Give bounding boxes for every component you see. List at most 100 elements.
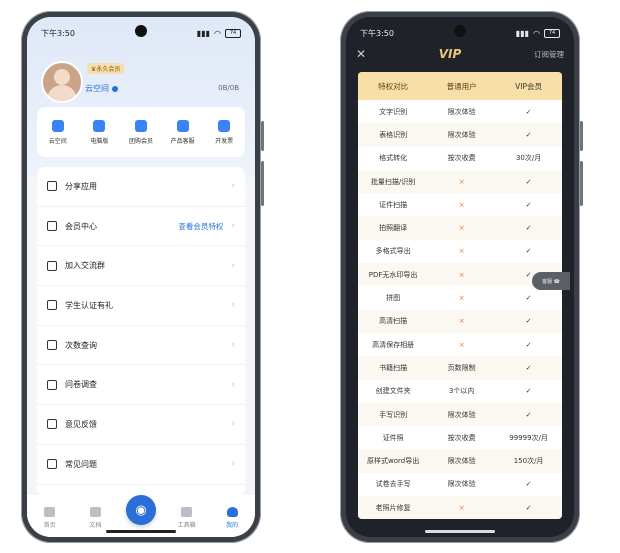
feature-cell: 证件扫描: [379, 200, 408, 209]
vip-title: VIP: [438, 47, 462, 61]
settings-menu: 分享应用 › 会员中心 查看会员特权 › 加入交流群 › 学生认证有礼 › 次数查询 › 问…: [37, 167, 245, 497]
vip-cell: ✓: [525, 200, 532, 209]
chevron-right-icon: ›: [231, 340, 235, 351]
feature-cell: 创建文件夹: [375, 387, 411, 396]
verified-icon: [112, 85, 118, 92]
menu-item-membership[interactable]: 会员中心 查看会员特权 ›: [37, 207, 245, 247]
menu-item-feedback[interactable]: 意见反馈 ›: [37, 405, 245, 445]
camera-scan-button[interactable]: ◉: [126, 495, 156, 525]
quick-action-cloud[interactable]: 云空间: [38, 119, 78, 145]
chevron-right-icon: ›: [231, 459, 235, 470]
vip-cell: ✓: [525, 107, 532, 116]
menu-item-student[interactable]: 学生认证有礼 ›: [37, 286, 245, 326]
privilege-comparison-table: 特权对比 普通用户 VIP会员 文字识别 限次体验 ✓ 表格识别 限次体验 ✓ 格式转化 按次…: [358, 72, 562, 520]
status-bar: 下午3:50 ▮▮▮ ◠ 74: [41, 27, 241, 39]
regular-user-cell: 限次体验: [447, 107, 476, 116]
survey-icon: [47, 379, 57, 390]
regular-user-cell: 3个以内: [448, 387, 475, 396]
column-header-feature: 特权对比: [378, 81, 409, 91]
regular-user-cell: 限次体验: [447, 130, 476, 139]
feature-cell: 多格式导出: [375, 247, 411, 256]
quick-action-group-buy[interactable]: 团购会员: [121, 119, 161, 145]
regular-user-cell: ×: [458, 224, 465, 233]
diamond-icon: [47, 221, 57, 232]
tab-mine[interactable]: 我的: [212, 507, 252, 529]
feature-cell: 书籍扫描: [379, 363, 408, 372]
profile-screen: 下午3:50 ▮▮▮ ◠ 74 ♛永久会员 云空间 0B/0B 云空间 电脑版 …: [27, 17, 255, 537]
regular-user-cell: 限次体验: [447, 457, 476, 466]
table-row: 老照片修复 × ✓: [358, 496, 562, 520]
view-privileges-link[interactable]: 查看会员特权: [178, 221, 223, 232]
table-row: 高清扫描 × ✓: [358, 309, 562, 333]
feature-cell: 试卷去手写: [375, 480, 411, 489]
table-row: 原样式word导出 限次体验 150次/月: [358, 449, 562, 473]
invoice-icon: [218, 119, 231, 132]
wifi-icon: ◠: [214, 28, 221, 38]
cloud-icon: [51, 119, 64, 132]
chevron-right-icon: ›: [231, 300, 235, 311]
quick-action-support[interactable]: 产品客服: [163, 119, 203, 145]
table-row: 书籍扫描 页数限制 ✓: [358, 356, 562, 380]
headset-icon: 客服 ☎: [542, 278, 560, 285]
member-badge: ♛永久会员: [87, 63, 125, 74]
table-header: 特权对比 普通用户 VIP会员: [358, 72, 562, 100]
diamond-icon: [134, 119, 147, 132]
feature-cell: 批量扫描/识别: [370, 177, 416, 186]
battery-icon: 74: [544, 28, 560, 38]
chevron-right-icon: ›: [231, 379, 235, 390]
username[interactable]: 云空间: [85, 83, 118, 94]
regular-user-cell: ×: [458, 200, 465, 209]
feature-cell: PDF无水印导出: [368, 270, 418, 279]
vip-cell: 99999次/月: [509, 433, 548, 442]
monitor-icon: [93, 119, 106, 132]
close-icon[interactable]: ✕: [356, 47, 366, 61]
feedback-icon: [47, 419, 57, 430]
battery-icon: 74: [225, 28, 241, 38]
menu-item-share[interactable]: 分享应用 ›: [37, 167, 245, 207]
regular-user-cell: ×: [458, 317, 465, 326]
table-row: 拼图 × ✓: [358, 286, 562, 309]
tab-documents[interactable]: 文档: [75, 507, 115, 529]
menu-item-join-group[interactable]: 加入交流群 ›: [37, 246, 245, 287]
vip-cell: ✓: [525, 224, 532, 233]
tab-home[interactable]: 首页: [30, 507, 70, 529]
camera-icon: ◉: [135, 502, 147, 518]
quick-action-desktop[interactable]: 电脑版: [79, 119, 119, 145]
table-row: 证件照 按次收费 99999次/月: [358, 426, 562, 449]
quick-action-invoice[interactable]: 开发票: [204, 119, 244, 145]
tab-toolbox[interactable]: 工具箱: [167, 507, 207, 529]
menu-item-survey[interactable]: 问卷调查 ›: [37, 365, 245, 406]
vip-cell: ✓: [525, 387, 532, 396]
volume-button: [261, 121, 264, 151]
subscription-manage-link[interactable]: 订阅管理: [534, 49, 564, 60]
avatar[interactable]: [41, 61, 83, 103]
table-body: 文字识别 限次体验 ✓ 表格识别 限次体验 ✓ 格式转化 按次收费 30次/月 批量扫描/识别 × ✓…: [358, 100, 562, 520]
vip-cell: ✓: [525, 340, 532, 349]
feature-cell: 高清扫描: [379, 317, 408, 326]
feature-cell: 证件照: [382, 433, 404, 442]
status-bar: 下午3:50 ▮▮▮ ◠ 74: [360, 27, 560, 39]
graduation-cap-icon: [47, 300, 57, 311]
vip-cell: ✓: [525, 294, 532, 303]
menu-item-faq[interactable]: 常见问题 ›: [37, 445, 245, 485]
regular-user-cell: ×: [458, 247, 465, 256]
regular-user-cell: ×: [458, 270, 465, 279]
vip-cell: ✓: [525, 503, 532, 512]
status-time: 下午3:50: [360, 28, 394, 38]
home-icon: [44, 507, 56, 517]
table-row: 拍照翻译 × ✓: [358, 216, 562, 240]
menu-item-usage-query[interactable]: 次数查询 ›: [37, 326, 245, 366]
right-phone-frame: 下午3:50 ▮▮▮ ◠ 74 ✕ VIP 订阅管理 特权对比 普通用户 VIP…: [340, 11, 583, 543]
quick-actions: 云空间 电脑版 团购会员 产品客服 开发票: [37, 107, 245, 157]
share-icon: [47, 181, 57, 192]
regular-user-cell: 限次体验: [447, 480, 476, 489]
search-count-icon: [47, 340, 57, 351]
storage-usage: 0B/0B: [218, 84, 239, 92]
feature-cell: 表格识别: [379, 130, 408, 139]
table-row: 表格识别 限次体验 ✓: [358, 123, 562, 147]
table-row: 试卷去手写 限次体验 ✓: [358, 473, 562, 496]
regular-user-cell: ×: [458, 294, 465, 303]
feature-cell: 拍照翻译: [379, 224, 408, 233]
vip-header: ✕ VIP 订阅管理: [346, 43, 574, 65]
customer-service-button[interactable]: 客服 ☎: [532, 272, 570, 290]
